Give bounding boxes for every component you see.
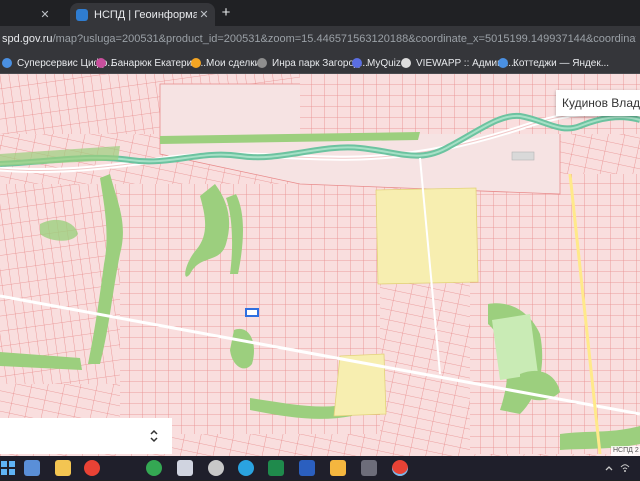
bookmark-myquiz[interactable]: MyQuiz bbox=[352, 55, 401, 71]
cadastral-map[interactable] bbox=[0, 74, 640, 456]
nspd-favicon-icon bbox=[76, 8, 88, 21]
bookmark-label: Коттеджи — Яндек... bbox=[513, 57, 610, 69]
chrome-icon[interactable] bbox=[146, 460, 162, 476]
obs-icon[interactable] bbox=[208, 460, 224, 476]
bookmark-favicon-icon bbox=[401, 58, 411, 68]
url-path: /map?usluga=200531&product_id=200531&zoo… bbox=[52, 33, 636, 45]
bookmark-favicon-icon bbox=[257, 58, 267, 68]
map-attribution: НСПД 2 bbox=[611, 446, 640, 456]
bookmark-favicon-icon bbox=[498, 58, 508, 68]
selected-parcel-marker[interactable] bbox=[245, 308, 259, 317]
tab-previous[interactable]: ✕ bbox=[0, 3, 66, 26]
wifi-icon[interactable] bbox=[620, 463, 630, 473]
new-tab-button[interactable]: + bbox=[218, 5, 234, 21]
layer-selector-panel[interactable] bbox=[0, 418, 172, 454]
tab-strip: ✕ НСПД | Геоинформационный ✕ + bbox=[0, 0, 640, 26]
taskbar bbox=[0, 456, 640, 480]
address-bar: spd.gov.ru/map?usluga=200531&product_id=… bbox=[0, 26, 640, 52]
bookmark-cottages[interactable]: Коттеджи — Яндек... bbox=[498, 55, 609, 71]
bookmark-label: MyQuiz bbox=[367, 57, 401, 69]
excel-icon[interactable] bbox=[268, 460, 284, 476]
bookmark-favicon-icon bbox=[96, 58, 106, 68]
owner-info-card[interactable]: Кудинов Владим bbox=[556, 90, 640, 116]
windows-logo-icon bbox=[1, 461, 15, 475]
bookmark-label: Мои сделки bbox=[206, 57, 261, 69]
bookmark-favicon-icon bbox=[2, 58, 12, 68]
url-host: spd.gov.ru bbox=[2, 33, 53, 45]
bookmarks-bar: Суперсервис Цифр... Банарюк Екатерин... … bbox=[0, 52, 640, 74]
bookmark-favicon-icon bbox=[352, 58, 362, 68]
building-east bbox=[511, 151, 535, 161]
tab-nspd[interactable]: НСПД | Геоинформационный ✕ bbox=[70, 3, 215, 26]
paint-icon[interactable] bbox=[330, 460, 346, 476]
remote-icon[interactable] bbox=[177, 460, 193, 476]
chrome-active-icon[interactable] bbox=[392, 460, 408, 476]
park-east-lawn bbox=[492, 314, 538, 380]
tab-nspd-label: НСПД | Геоинформационный bbox=[94, 8, 197, 21]
tab-close-icon[interactable]: ✕ bbox=[197, 8, 211, 21]
bookmark-deals[interactable]: Мои сделки bbox=[191, 55, 260, 71]
explorer-icon[interactable] bbox=[55, 460, 71, 476]
chevron-updown-icon[interactable] bbox=[148, 427, 160, 445]
yandex-browser-icon[interactable] bbox=[84, 460, 100, 476]
save-icon[interactable] bbox=[24, 460, 40, 476]
tab-close-icon[interactable]: ✕ bbox=[38, 8, 52, 21]
telegram-icon[interactable] bbox=[238, 460, 254, 476]
url-field[interactable]: spd.gov.ru/map?usluga=200531&product_id=… bbox=[0, 30, 636, 49]
map-canvas[interactable] bbox=[0, 74, 640, 456]
bookmark-favicon-icon bbox=[191, 58, 201, 68]
start-icon[interactable] bbox=[0, 460, 16, 476]
bookmark-banaryuk[interactable]: Банарюк Екатерин... bbox=[96, 55, 206, 71]
chevron-up-icon[interactable] bbox=[604, 463, 614, 473]
word-icon[interactable] bbox=[299, 460, 315, 476]
calculator-icon[interactable] bbox=[361, 460, 377, 476]
